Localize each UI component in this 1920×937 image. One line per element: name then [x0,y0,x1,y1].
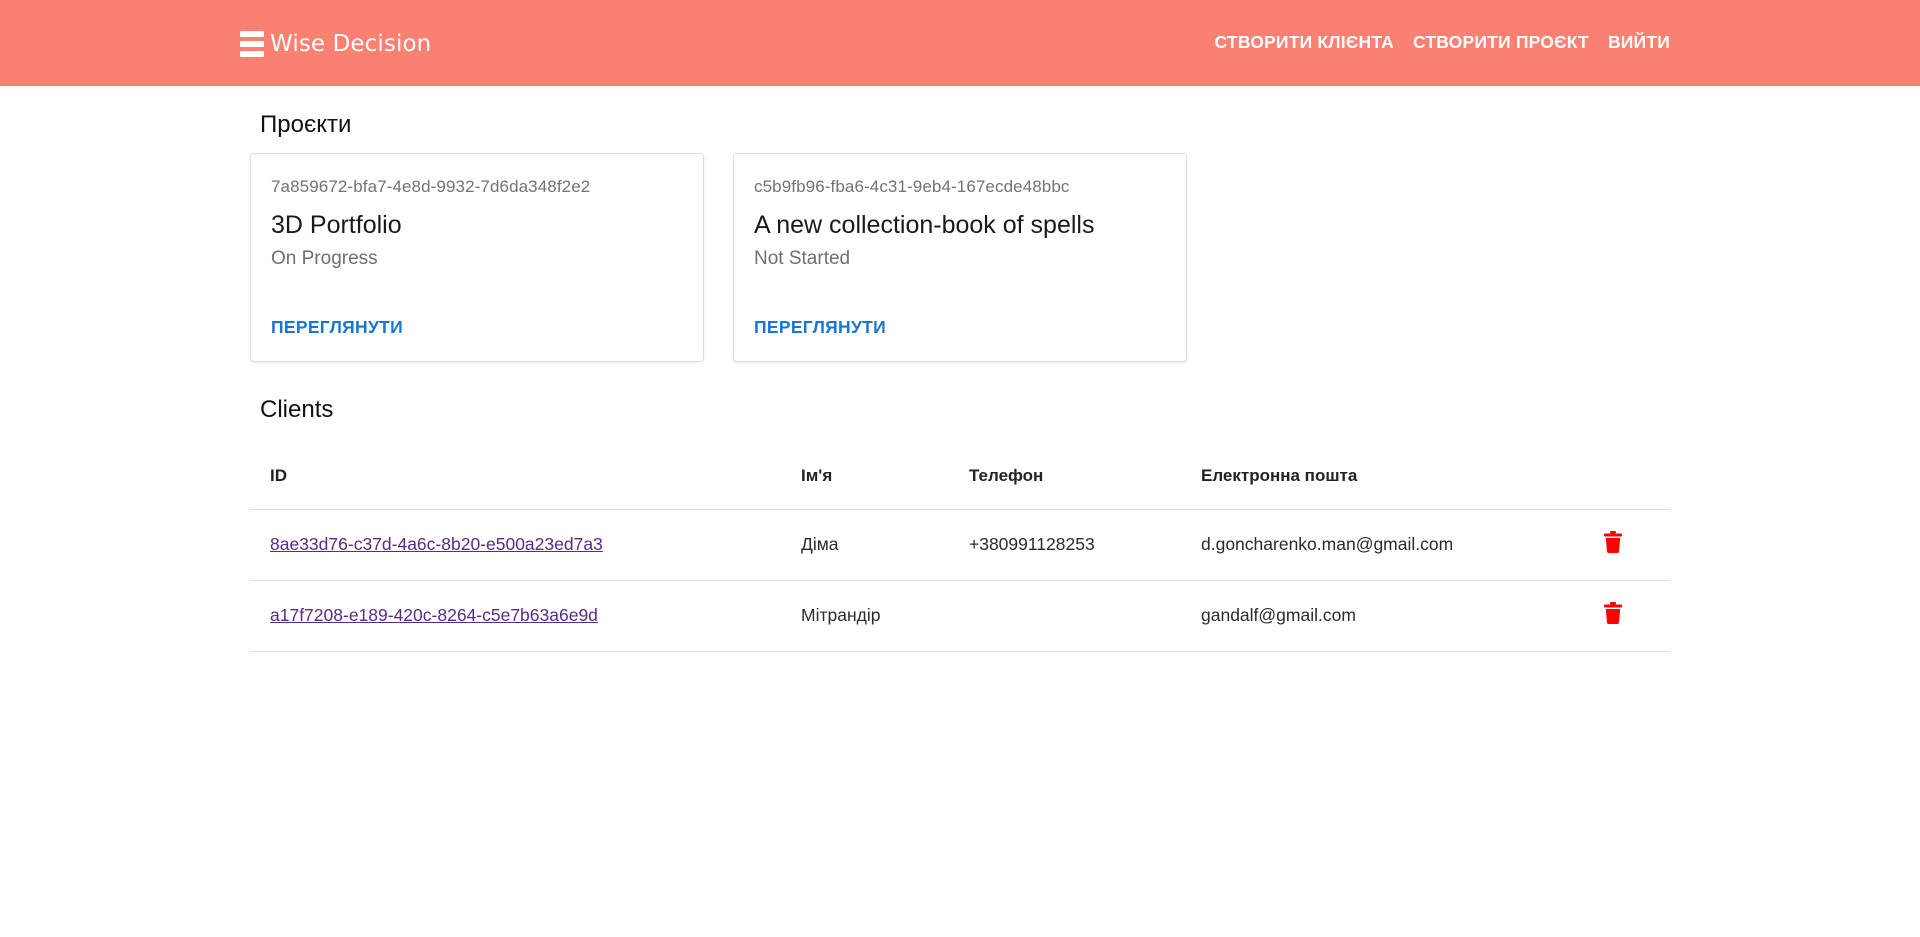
column-header-phone: Телефон [949,444,1181,510]
menu-lines-icon [240,31,264,57]
client-name: Діма [781,509,949,581]
projects-heading: Проєкти [260,111,352,138]
client-phone: +380991128253 [949,509,1181,581]
clients-heading: Clients [260,396,334,423]
project-id: c5b9fb96-fba6-4c31-9eb4-167ecde48bbc [754,177,1070,196]
project-card: c5b9fb96-fba6-4c31-9eb4-167ecde48bbc A n… [733,153,1187,362]
client-id-cell: a17f7208-e189-420c-8264-c5e7b63a6e9d [250,580,781,652]
client-phone [949,580,1181,652]
client-actions [1582,580,1670,652]
brand-link[interactable]: Wise Decision [240,28,431,60]
column-header-id: ID [250,444,781,510]
project-card: 7a859672-bfa7-4e8d-9932-7d6da348f2e2 3D … [250,153,704,362]
top-nav: СТВОРИТИ КЛІЄНТА СТВОРИТИ ПРОЄКТ ВИЙТИ [1215,29,1670,55]
column-header-name: Ім'я [781,444,949,510]
client-id-link[interactable]: 8ae33d76-c37d-4a6c-8b20-e500a23ed7a3 [270,534,603,554]
view-project-button[interactable]: ПЕРЕГЛЯНУТИ [754,317,886,338]
project-name: 3D Portfolio [271,211,402,239]
client-id-cell: 8ae33d76-c37d-4a6c-8b20-e500a23ed7a3 [250,509,781,581]
trash-icon[interactable] [1604,531,1622,554]
column-header-email: Електронна пошта [1181,444,1582,510]
client-id-link[interactable]: a17f7208-e189-420c-8264-c5e7b63a6e9d [270,605,598,625]
brand-name: Wise Decision [270,31,432,57]
client-email: d.goncharenko.man@gmail.com [1181,509,1582,581]
table-row: 8ae33d76-c37d-4a6c-8b20-e500a23ed7a3 Дім… [250,509,1670,581]
table-row: a17f7208-e189-420c-8264-c5e7b63a6e9d Міт… [250,580,1670,652]
project-status: Not Started [754,248,851,269]
client-actions [1582,509,1670,581]
create-project-link[interactable]: СТВОРИТИ ПРОЄКТ [1413,29,1589,55]
table-header-row: ID Ім'я Телефон Електронна пошта [250,444,1670,510]
project-status: On Progress [271,248,378,269]
create-client-link[interactable]: СТВОРИТИ КЛІЄНТА [1215,29,1394,55]
clients-table: ID Ім'я Телефон Електронна пошта 8ae33d7… [250,444,1670,652]
client-email: gandalf@gmail.com [1181,580,1582,652]
view-project-button[interactable]: ПЕРЕГЛЯНУТИ [271,317,403,338]
project-name: A new collection-book of spells [754,211,1095,239]
project-id: 7a859672-bfa7-4e8d-9932-7d6da348f2e2 [271,177,591,196]
top-app-bar: Wise Decision СТВОРИТИ КЛІЄНТА СТВОРИТИ … [0,0,1920,86]
client-name: Мітрандір [781,580,949,652]
column-header-actions [1582,444,1670,510]
trash-icon[interactable] [1604,602,1622,625]
logout-link[interactable]: ВИЙТИ [1608,29,1670,55]
